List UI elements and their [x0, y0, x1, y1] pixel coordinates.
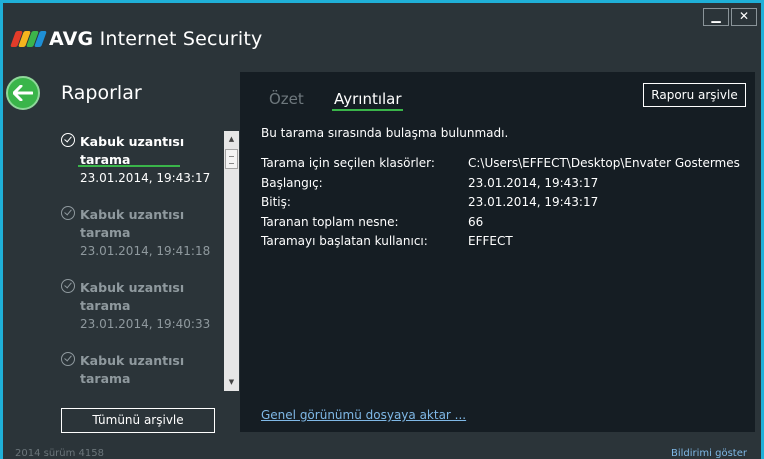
archive-all-button[interactable]: Tümünü arşivle	[61, 408, 215, 433]
report-name: Kabuk uzantısı tarama	[80, 353, 185, 386]
report-item[interactable]: Kabuk uzantısı tarama	[58, 350, 223, 391]
report-list: Kabuk uzantısı tarama 23.01.2014, 19:43:…	[58, 131, 223, 391]
report-item[interactable]: Kabuk uzantısı tarama 23.01.2014, 19:43:…	[58, 131, 223, 204]
detail-value: 23.01.2014, 19:43:17	[468, 195, 599, 209]
selected-indicator	[78, 165, 180, 167]
app-title: AVG Internet Security	[49, 28, 263, 50]
detail-key: Tarama için seçilen klasörler:	[261, 156, 435, 170]
report-name: Kabuk uzantısı tarama	[80, 207, 185, 240]
check-circle-icon	[61, 206, 75, 220]
scroll-down-icon[interactable]: ▼	[224, 374, 239, 391]
report-date: 23.01.2014, 19:40:33	[80, 317, 211, 331]
check-circle-icon	[61, 352, 75, 366]
export-overview-link[interactable]: Genel görünümü dosyaya aktar ...	[261, 408, 466, 422]
check-circle-icon	[61, 133, 75, 147]
avg-logo-icon	[10, 29, 47, 49]
report-name: Kabuk uzantısı tarama	[80, 134, 185, 167]
close-icon: ✕	[738, 9, 750, 23]
detail-value: C:\Users\EFFECT\Desktop\Envater Gosterme…	[468, 156, 740, 170]
detail-value: 23.01.2014, 19:43:17	[468, 175, 599, 190]
details-table: Tarama için seçilen klasörler: C:\Users\…	[261, 156, 751, 254]
report-item[interactable]: Kabuk uzantısı tarama 23.01.2014, 19:41:…	[58, 204, 223, 277]
page-title: Raporlar	[61, 82, 142, 104]
back-button[interactable]	[6, 76, 40, 110]
active-tab-indicator	[332, 109, 403, 111]
minimize-button[interactable]: ▁	[703, 8, 729, 26]
tab-details[interactable]: Ayrıntılar	[334, 90, 402, 108]
report-date: 23.01.2014, 19:41:18	[80, 244, 211, 258]
app-window: AVG Internet Security ▁ ✕ Raporlar Kabuk…	[0, 0, 764, 459]
archive-report-button[interactable]: Raporu arşivle	[643, 83, 746, 107]
detail-value: 66	[468, 214, 484, 229]
detail-row: Taramayı başlatan kullanıcı: EFFECT	[261, 234, 751, 254]
version-label: 2014 sürüm 4158	[15, 448, 104, 459]
detail-row: Tarama için seçilen klasörler: C:\Users\…	[261, 156, 751, 176]
detail-value: EFFECT	[468, 234, 513, 248]
title-bar: AVG Internet Security ▁ ✕	[3, 3, 761, 69]
report-item[interactable]: Kabuk uzantısı tarama 23.01.2014, 19:40:…	[58, 277, 223, 350]
detail-key: Taranan toplam nesne:	[261, 214, 399, 229]
detail-key: Başlangıç:	[261, 175, 323, 190]
arrow-left-icon	[13, 85, 33, 101]
scroll-thumb[interactable]	[225, 149, 238, 169]
scan-result-message: Bu tarama sırasında bulaşma bulunmadı.	[261, 126, 509, 140]
report-details-panel: Özet Ayrıntılar Raporu arşivle Bu tarama…	[240, 72, 755, 432]
tab-overview[interactable]: Özet	[269, 90, 304, 108]
report-list-scrollbar[interactable]: ▲ ▼	[224, 131, 239, 391]
status-bar: 2014 sürüm 4158 Bildirimi göster	[3, 444, 761, 459]
detail-row: Başlangıç: 23.01.2014, 19:43:17	[261, 176, 751, 196]
detail-row: Taranan toplam nesne: 66	[261, 215, 751, 235]
close-button[interactable]: ✕	[731, 8, 757, 26]
avg-logo: AVG Internet Security	[10, 28, 263, 50]
report-name: Kabuk uzantısı tarama	[80, 280, 185, 313]
detail-key: Bitiş:	[261, 195, 291, 209]
detail-key: Taramayı başlatan kullanıcı:	[261, 234, 428, 248]
report-date: 23.01.2014, 19:43:17	[80, 171, 211, 185]
minimize-icon: ▁	[711, 9, 721, 23]
show-notification-link[interactable]: Bildirimi göster	[671, 448, 747, 459]
check-circle-icon	[61, 279, 75, 293]
detail-row: Bitiş: 23.01.2014, 19:43:17	[261, 195, 751, 215]
scroll-up-icon[interactable]: ▲	[224, 131, 239, 148]
